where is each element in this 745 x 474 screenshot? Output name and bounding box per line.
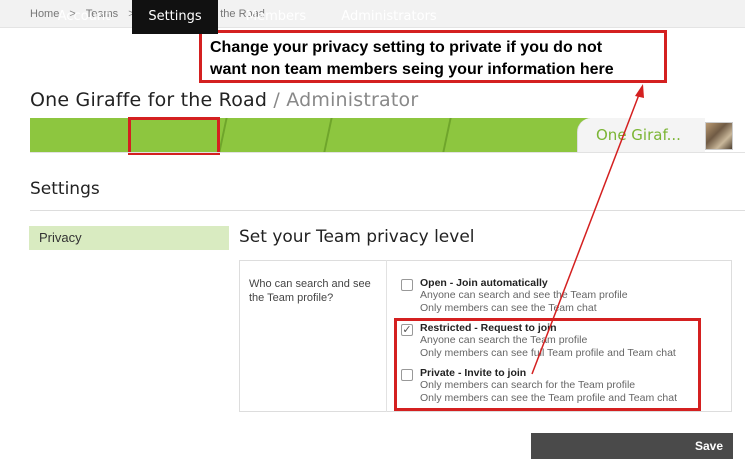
panel-heading: Set your Team privacy level — [239, 227, 475, 247]
page-title: One Giraffe for the Road / Administrator — [30, 89, 418, 111]
team-name: One Giraffe for the Road — [30, 89, 268, 111]
option-description: Anyone can search and see the Team profi… — [420, 289, 628, 301]
tab-members[interactable]: Members — [226, 0, 326, 34]
privacy-box-divider — [386, 260, 387, 412]
team-tab[interactable]: One Giraf... — [577, 118, 705, 152]
tab-settings[interactable]: Settings — [132, 0, 218, 34]
section-heading: Settings — [30, 179, 100, 199]
tab-administrators[interactable]: Administrators — [330, 0, 448, 34]
tab-bar — [30, 118, 590, 152]
annotation-callout: Change your privacy setting to private i… — [199, 30, 667, 83]
arrow-head — [635, 84, 644, 98]
option-title: Open - Join automatically — [420, 277, 548, 289]
save-button[interactable]: Save — [531, 433, 733, 459]
avatar[interactable] — [705, 122, 733, 150]
option-description: Only members can see the Team chat — [420, 302, 597, 314]
title-separator: / — [267, 89, 287, 111]
sidebar-item-privacy[interactable]: Privacy — [29, 226, 229, 250]
options-highlight — [394, 318, 701, 411]
tab-account[interactable]: Account — [30, 0, 138, 34]
callout-line-1: Change your privacy setting to private i… — [210, 39, 603, 56]
settings-tab-highlight — [128, 117, 220, 155]
callout-line-2: want non team members seing your informa… — [210, 61, 614, 78]
section-divider — [30, 210, 745, 211]
tab-underline — [30, 152, 745, 153]
privacy-question: Who can search and see the Team profile? — [249, 278, 371, 304]
role-label: Administrator — [286, 89, 419, 111]
open-checkbox[interactable] — [401, 279, 413, 291]
